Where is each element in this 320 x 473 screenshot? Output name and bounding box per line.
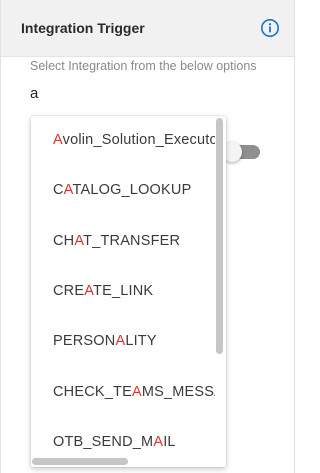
option-text-suffix: volin_Solution_Executor bbox=[62, 132, 215, 148]
integration-dropdown: Avolin_Solution_Executor CATALOG_LOOKUP CH… bbox=[31, 116, 226, 467]
option-text-prefix: PERSON bbox=[53, 333, 116, 349]
dropdown-option[interactable]: Avolin_Solution_Executor bbox=[53, 128, 215, 152]
option-text-match: A bbox=[84, 283, 94, 299]
dropdown-option-list: Avolin_Solution_Executor CATALOG_LOOKUP CH… bbox=[31, 116, 215, 456]
option-text-prefix: CRE bbox=[53, 283, 85, 299]
option-text-suffix: MS_MESSAGE bbox=[141, 384, 215, 400]
option-text-match: A bbox=[115, 333, 126, 349]
integration-search-input[interactable] bbox=[28, 82, 270, 104]
option-text-prefix: C bbox=[53, 182, 64, 198]
option-text-match: A bbox=[153, 434, 164, 450]
vertical-scrollbar-thumb[interactable] bbox=[216, 118, 223, 354]
dropdown-option[interactable]: CHAT_TRANSFER bbox=[53, 229, 215, 253]
info-icon[interactable] bbox=[260, 18, 280, 38]
horizontal-scrollbar-thumb[interactable] bbox=[32, 458, 128, 465]
dropdown-option[interactable]: CREATE_LINK bbox=[53, 279, 215, 303]
dropdown-option[interactable]: CHECK_TEAMS_MESSAGE bbox=[53, 380, 215, 404]
option-text-prefix: CH bbox=[53, 233, 75, 249]
option-text-match: A bbox=[53, 132, 63, 148]
dropdown-option[interactable]: CATALOG_LOOKUP bbox=[53, 178, 215, 202]
panel-title: Integration Trigger bbox=[21, 20, 145, 36]
option-text-match: A bbox=[74, 233, 84, 249]
option-text-suffix: LITY bbox=[125, 333, 157, 349]
option-text-prefix: CHECK_TE bbox=[53, 384, 132, 400]
option-text-match: A bbox=[131, 384, 142, 400]
option-text-suffix: T_TRANSFER bbox=[83, 233, 181, 249]
option-text-suffix: TALOG_LOOKUP bbox=[72, 182, 192, 198]
panel-header: Integration Trigger bbox=[1, 0, 294, 57]
option-text-suffix: TE_LINK bbox=[93, 283, 154, 299]
option-text-prefix: OTB_SEND_M bbox=[53, 434, 154, 450]
hint-text: Select Integration from the below option… bbox=[30, 59, 257, 73]
option-text-suffix: IL bbox=[163, 434, 176, 450]
dropdown-option[interactable]: PERSONALITY bbox=[53, 329, 215, 353]
toggle-switch[interactable] bbox=[222, 142, 260, 162]
dropdown-option[interactable]: OTB_SEND_MAIL bbox=[53, 430, 215, 454]
